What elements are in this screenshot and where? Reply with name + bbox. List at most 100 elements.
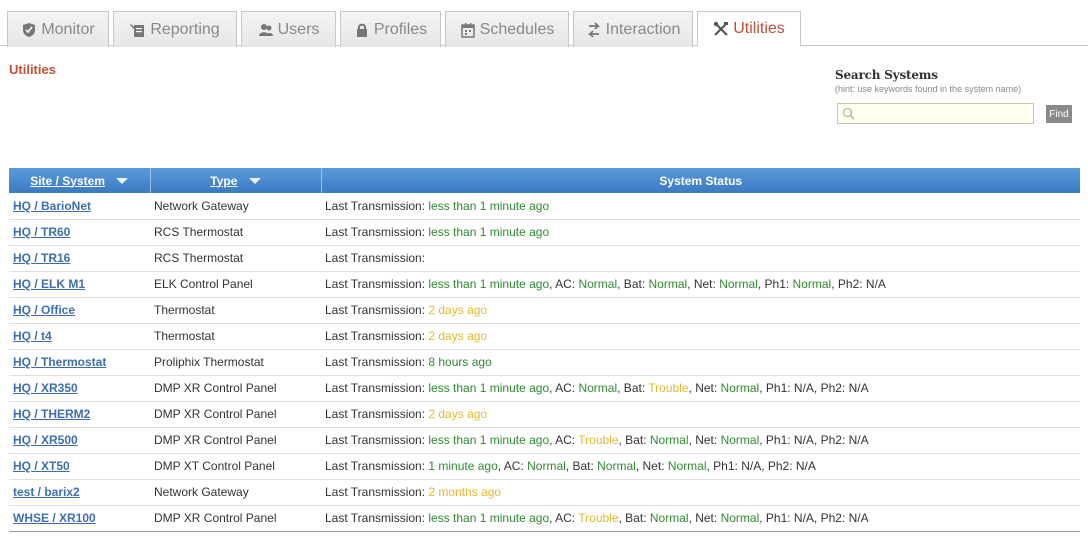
table-row: HQ / XR350 DMP XR Control Panel Last Trans… bbox=[9, 375, 1080, 402]
status-text: less than 1 minute ago bbox=[428, 225, 550, 239]
status-text: , Net: bbox=[687, 277, 720, 291]
status-text: Last Transmission: bbox=[325, 511, 429, 525]
status-text: , AC: bbox=[549, 433, 579, 447]
site-system-link[interactable]: HQ / XR350 bbox=[13, 381, 78, 395]
status-text: , Bat: bbox=[618, 511, 650, 525]
type-sort-link[interactable]: Type bbox=[210, 174, 237, 188]
status-text: , Bat: bbox=[618, 433, 650, 447]
site-system-link[interactable]: HQ / TR60 bbox=[13, 225, 70, 239]
status-text: Last Transmission: bbox=[325, 303, 429, 317]
status-text: , Ph1: N/A, Ph2: N/A bbox=[759, 511, 869, 525]
tab-label: Schedules bbox=[479, 20, 555, 38]
site-cell: HQ / TR16 bbox=[9, 245, 150, 272]
tab-reporting[interactable]: Reporting bbox=[113, 11, 237, 47]
status-text: 1 minute ago bbox=[428, 459, 498, 473]
status-text: , Net: bbox=[688, 433, 721, 447]
tab-utilities[interactable]: Utilities bbox=[697, 11, 801, 47]
status-text: Normal bbox=[792, 277, 832, 291]
lock-icon bbox=[354, 22, 370, 38]
status-text: , Ph1: N/A, Ph2: N/A bbox=[759, 381, 869, 395]
tab-label: Interaction bbox=[605, 20, 681, 38]
site-system-link[interactable]: HQ / ELK M1 bbox=[13, 277, 85, 291]
tools-icon bbox=[713, 21, 729, 37]
status-text: Last Transmission: bbox=[325, 277, 429, 291]
calendar-icon bbox=[460, 22, 476, 38]
column-header-site[interactable]: Site / System bbox=[9, 168, 151, 193]
site-cell: HQ / Office bbox=[9, 297, 150, 324]
search-field[interactable] bbox=[837, 103, 1034, 124]
sort-arrow-icon[interactable] bbox=[116, 178, 129, 185]
page-title: Utilities bbox=[9, 62, 56, 77]
site-system-link[interactable]: WHSE / XR100 bbox=[13, 511, 96, 525]
column-header-status: System Status bbox=[321, 168, 1080, 193]
status-text: , Net: bbox=[635, 459, 668, 473]
status-cell: Last Transmission: less than 1 minute ag… bbox=[321, 375, 1080, 402]
search-hint: (hint: use keywords found in the system … bbox=[835, 84, 1022, 94]
tab-profiles[interactable]: Profiles bbox=[340, 11, 441, 47]
status-text: Last Transmission: bbox=[325, 225, 429, 239]
search-title: Search Systems bbox=[835, 68, 938, 82]
site-cell: HQ / BarioNet bbox=[9, 193, 150, 220]
site-system-link[interactable]: HQ / XT50 bbox=[13, 459, 70, 473]
status-text: 2 days ago bbox=[428, 303, 488, 317]
status-text: , Bat: bbox=[617, 381, 649, 395]
status-cell: Last Transmission: bbox=[321, 245, 1080, 272]
site-system-link[interactable]: HQ / THERM2 bbox=[13, 407, 90, 421]
status-text: less than 1 minute ago bbox=[428, 433, 550, 447]
status-text: Normal bbox=[649, 433, 689, 447]
status-text: Last Transmission: bbox=[325, 355, 429, 369]
search-icon bbox=[842, 107, 855, 120]
users-icon bbox=[258, 22, 274, 38]
sort-arrow-icon[interactable] bbox=[248, 178, 261, 185]
arrows-icon bbox=[586, 21, 602, 38]
site-cell: HQ / t4 bbox=[9, 323, 150, 350]
status-text: Normal bbox=[578, 277, 618, 291]
site-system-link[interactable]: HQ / Office bbox=[13, 303, 75, 317]
tab-schedules[interactable]: Schedules bbox=[445, 11, 569, 47]
site-cell: HQ / Thermostat bbox=[9, 349, 150, 376]
status-text: , Bat: bbox=[617, 277, 649, 291]
type-cell: RCS Thermostat bbox=[150, 219, 321, 246]
find-button[interactable]: Find bbox=[1046, 105, 1072, 123]
site-sort-link[interactable]: Site / System bbox=[30, 174, 105, 188]
status-text: , Net: bbox=[688, 511, 721, 525]
type-cell: DMP XR Control Panel bbox=[150, 375, 321, 402]
site-cell: test / barix2 bbox=[9, 479, 150, 506]
status-text: Normal bbox=[597, 459, 636, 473]
status-text: Normal bbox=[648, 277, 688, 291]
status-text: Normal bbox=[720, 511, 760, 525]
status-text: less than 1 minute ago bbox=[428, 277, 550, 291]
tab-interaction[interactable]: Interaction bbox=[573, 11, 693, 47]
site-system-link[interactable]: HQ / XR500 bbox=[13, 433, 78, 447]
search-input[interactable] bbox=[858, 105, 1030, 122]
site-system-link[interactable]: HQ / t4 bbox=[13, 329, 52, 343]
site-system-link[interactable]: HQ / Thermostat bbox=[13, 355, 106, 369]
tab-label: Utilities bbox=[733, 20, 785, 37]
systems-table: Site / System Type System Status HQ / Ba… bbox=[9, 168, 1080, 532]
status-text: , Ph1: N/A, Ph2: N/A bbox=[706, 459, 816, 473]
status-text: , Ph2: N/A bbox=[831, 277, 886, 291]
status-cell: Last Transmission: less than 1 minute ag… bbox=[321, 219, 1080, 246]
type-cell: DMP XR Control Panel bbox=[150, 401, 321, 428]
column-header-type[interactable]: Type bbox=[150, 168, 322, 193]
table-row: HQ / THERM2 DMP XR Control Panel Last Tran… bbox=[9, 401, 1080, 428]
site-system-link[interactable]: HQ / BarioNet bbox=[13, 199, 91, 213]
site-cell: HQ / THERM2 bbox=[9, 401, 150, 428]
tab-label: Users bbox=[277, 20, 320, 38]
status-text: less than 1 minute ago bbox=[428, 198, 550, 213]
type-cell: ELK Control Panel bbox=[150, 271, 321, 298]
site-cell: WHSE / XR100 bbox=[9, 505, 150, 532]
type-cell: Network Gateway bbox=[150, 479, 321, 506]
status-text: Trouble bbox=[578, 433, 619, 447]
status-text: 2 months ago bbox=[428, 485, 502, 499]
table-row: HQ / XR500 DMP XR Control Panel Last Trans… bbox=[9, 427, 1080, 454]
status-text: Last Transmission: bbox=[325, 251, 426, 265]
site-system-link[interactable]: HQ / TR16 bbox=[13, 251, 70, 265]
status-text: , Net: bbox=[688, 381, 721, 395]
status-cell: Last Transmission: 2 months ago bbox=[321, 479, 1080, 506]
type-cell: DMP XT Control Panel bbox=[150, 453, 321, 480]
status-text: , AC: bbox=[549, 381, 579, 395]
tab-users[interactable]: Users bbox=[241, 11, 336, 47]
site-system-link[interactable]: test / barix2 bbox=[13, 485, 80, 499]
tab-monitor[interactable]: Monitor bbox=[7, 11, 109, 47]
